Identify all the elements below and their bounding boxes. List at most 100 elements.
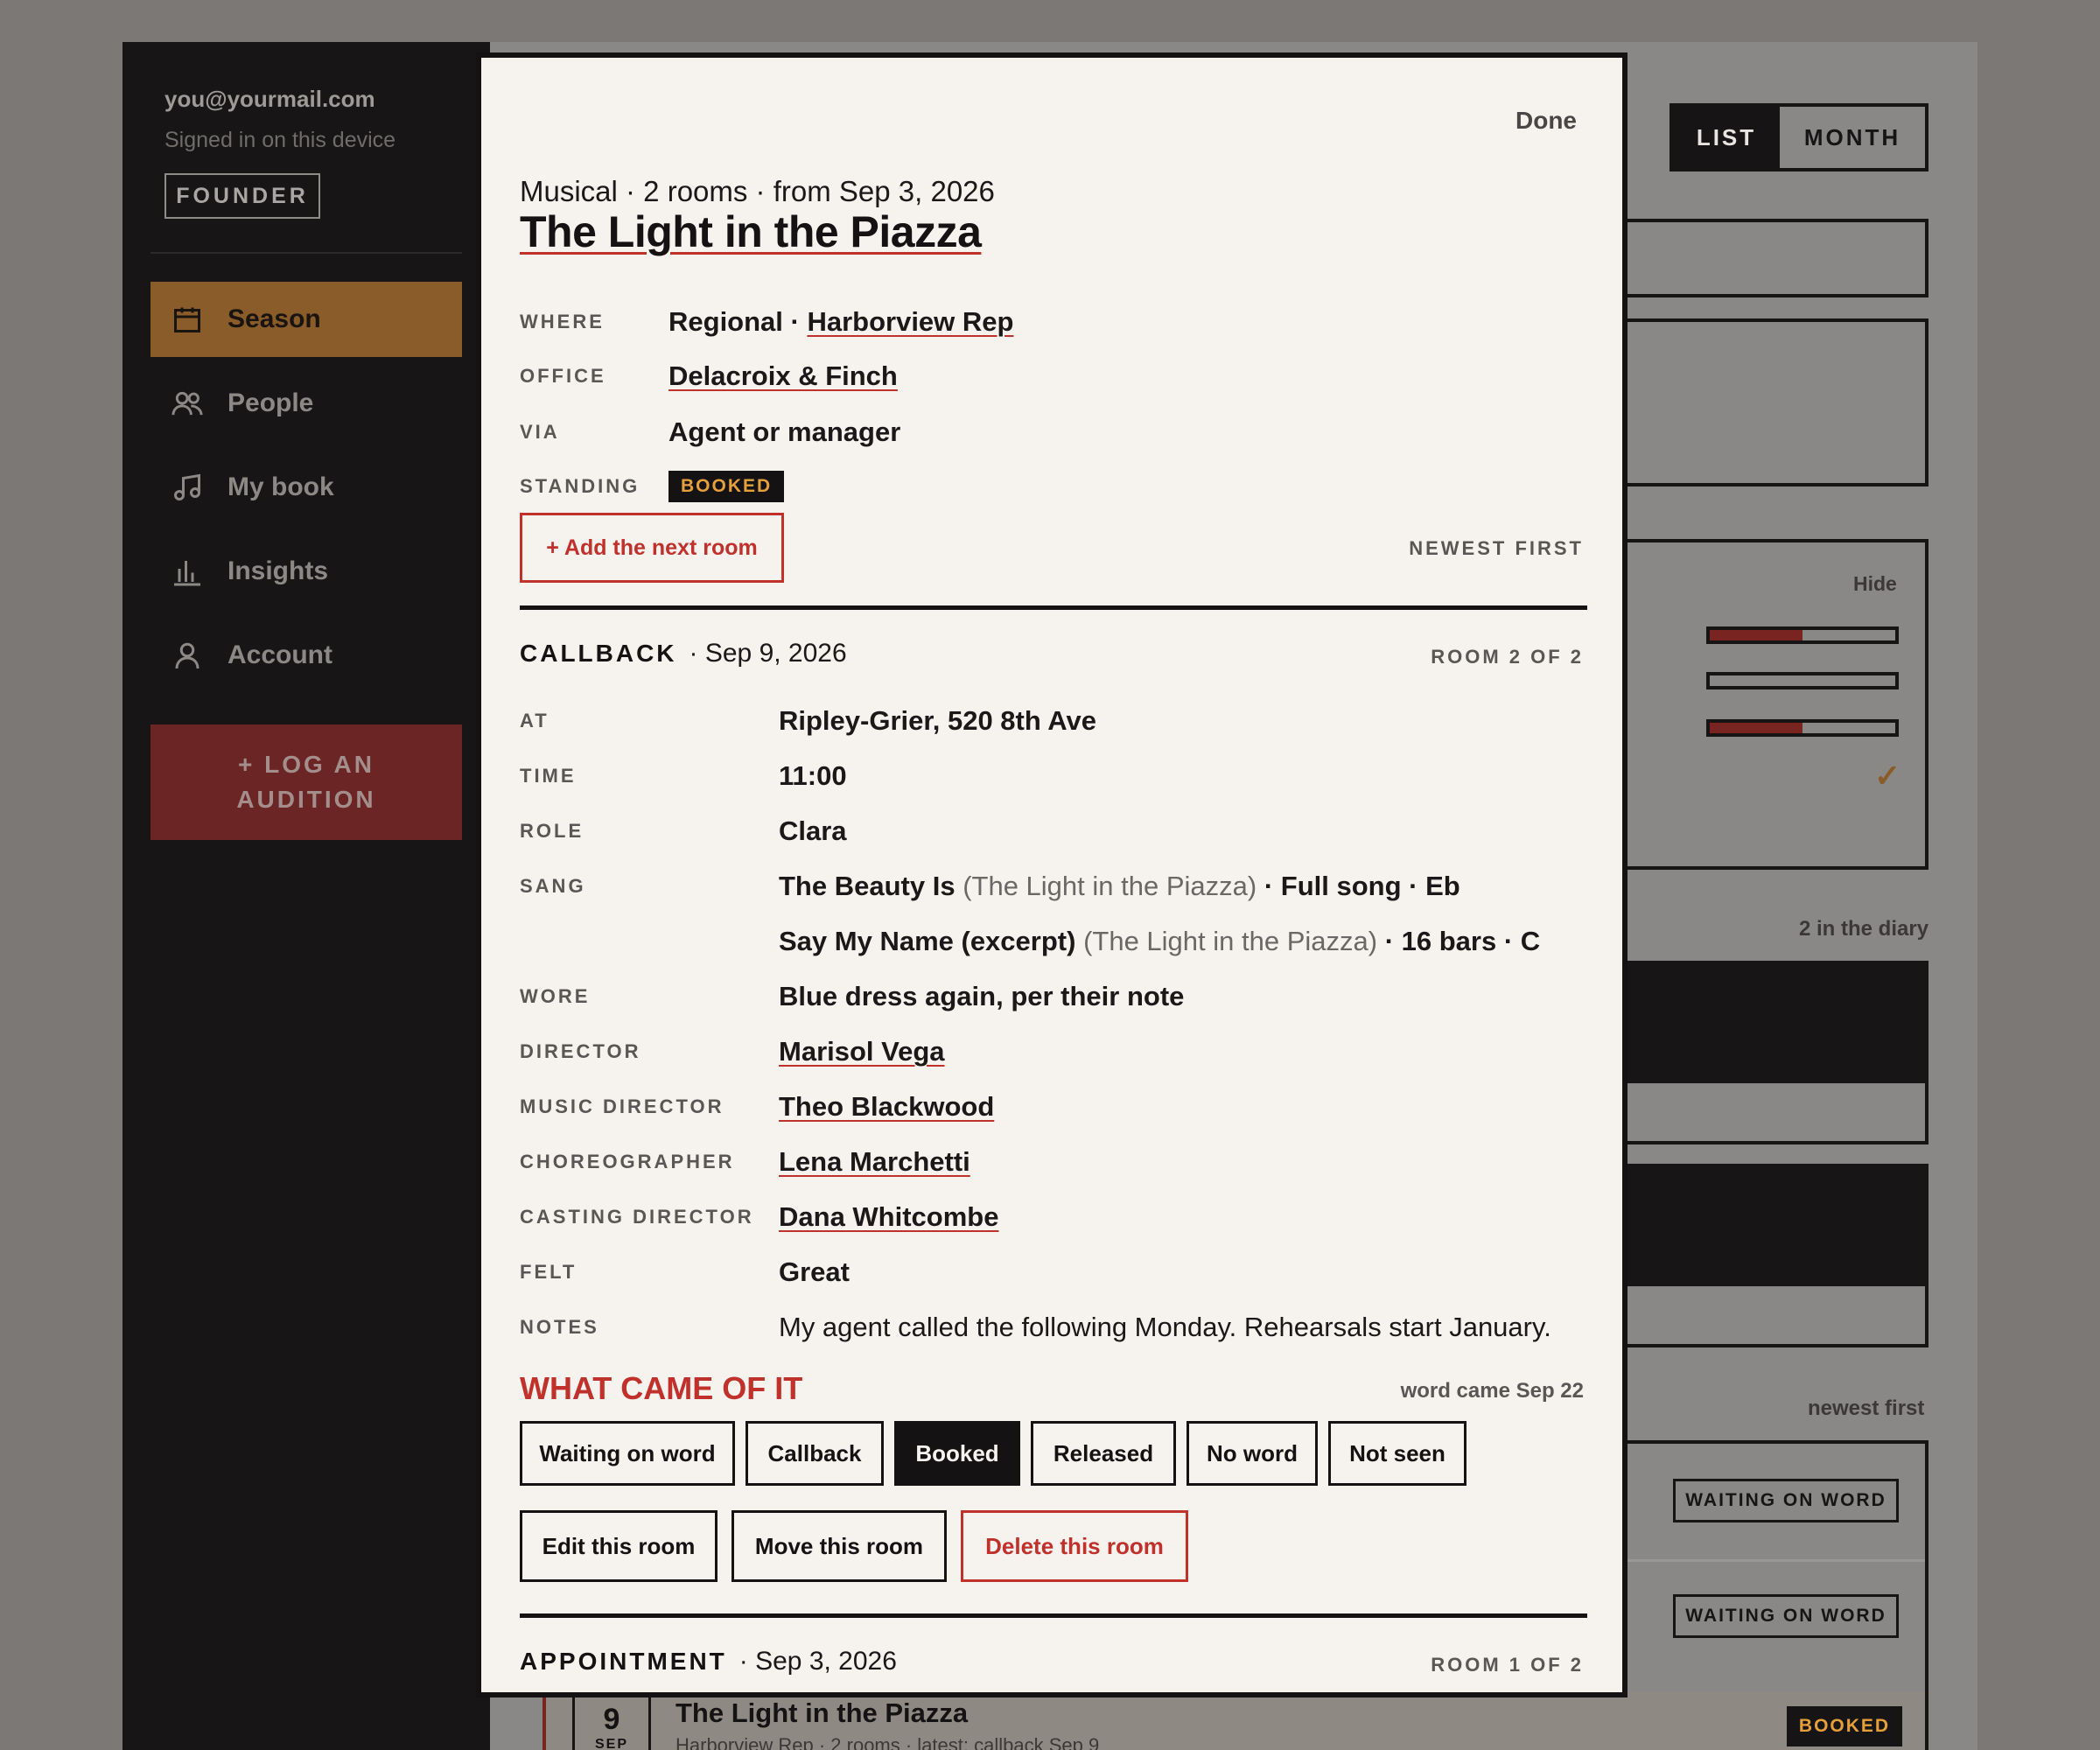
hide-link[interactable]: Hide (1853, 572, 1897, 596)
person-icon (170, 638, 205, 673)
office-link[interactable]: Delacroix & Finch (668, 360, 898, 392)
outcome-waiting-on-word[interactable]: Waiting on word (520, 1421, 735, 1486)
room-time: TIME 11:00 (520, 757, 847, 795)
delete-room-button[interactable]: Delete this room (961, 1510, 1188, 1582)
song-detail: · 16 bars · C (1384, 926, 1541, 956)
room-music-director: MUSIC DIRECTOR Theo Blackwood (520, 1088, 994, 1126)
progress-bar (1706, 626, 1899, 644)
sort-order[interactable]: NEWEST FIRST (1409, 537, 1584, 560)
outcome-no-word[interactable]: No word (1186, 1421, 1318, 1486)
field-label: WORE (520, 985, 591, 1007)
sidebar-divider (150, 252, 462, 254)
people-icon (170, 386, 205, 421)
song-title: Say My Name (excerpt) (779, 926, 1076, 956)
field-value: Blue dress again, per their note (779, 981, 1185, 1012)
room-date: · Sep 3, 2026 (738, 1647, 897, 1676)
production-card[interactable]: 9 SEP The Light in the Piazza Harborview… (542, 1692, 1925, 1750)
progress-bar (1706, 672, 1899, 690)
status-badge: BOOKED (668, 471, 785, 502)
field-value: Regional · Harborview Rep (668, 306, 1013, 338)
room-song: SANG The Beauty Is (The Light in the Pia… (520, 867, 1460, 906)
background-dark-card (1610, 961, 1928, 1083)
room-song: Say My Name (excerpt) (The Light in the … (520, 922, 1540, 961)
sidebar-item-label: Account (228, 640, 332, 669)
move-room-button[interactable]: Move this room (732, 1510, 947, 1582)
month-view-button[interactable]: MONTH (1780, 107, 1925, 168)
progress-fill (1710, 630, 1802, 640)
sidebar-item-label: My book (228, 472, 334, 501)
room-count: ROOM 2 OF 2 (1431, 646, 1584, 668)
field-label: OFFICE (520, 365, 606, 387)
field-label: SANG (520, 875, 586, 897)
progress-bar (1706, 719, 1899, 737)
room-actions: Edit this room Move this room Delete thi… (520, 1510, 1202, 1582)
field-label: MUSIC DIRECTOR (520, 1096, 724, 1117)
music-note-icon (170, 470, 205, 505)
founder-badge: FOUNDER (164, 173, 320, 219)
section-divider (520, 606, 1587, 610)
field-label: CASTING DIRECTOR (520, 1206, 754, 1228)
room-casting-director: CASTING DIRECTOR Dana Whitcombe (520, 1198, 998, 1236)
song-title: The Beauty Is (779, 871, 956, 901)
field-label: TIME (520, 765, 577, 787)
casting-director-link[interactable]: Dana Whitcombe (779, 1201, 998, 1233)
background-card-footer (1610, 1286, 1928, 1348)
field-value: Ripley-Grier, 520 8th Ave (779, 705, 1096, 736)
background-card-footer (1610, 1083, 1928, 1144)
room-type: APPOINTMENT (520, 1648, 727, 1675)
choreographer-link[interactable]: Lena Marchetti (779, 1146, 970, 1178)
outcome-heading: WHAT CAME OF IT (520, 1370, 803, 1406)
edit-room-button[interactable]: Edit this room (520, 1510, 718, 1582)
sidebar-item-season[interactable]: Season (150, 282, 462, 357)
progress-fill (1710, 723, 1802, 733)
view-toggle: LIST MONTH (1670, 103, 1928, 172)
outcome-booked[interactable]: Booked (894, 1421, 1020, 1486)
list-sort-label: newest first (1808, 1396, 1925, 1420)
sidebar-item-account[interactable]: Account (150, 618, 462, 693)
room-choreographer: CHOREOGRAPHER Lena Marchetti (520, 1143, 970, 1181)
field-label: AT (520, 710, 550, 732)
field-label: ROLE (520, 820, 584, 842)
section-divider (520, 1614, 1587, 1618)
sidebar-item-people[interactable]: People (150, 366, 462, 441)
status-badge: WAITING ON WORD (1673, 1594, 1899, 1638)
card-title: The Light in the Piazza (676, 1698, 969, 1728)
music-director-link[interactable]: Theo Blackwood (779, 1091, 994, 1123)
status-badge: WAITING ON WORD (1673, 1479, 1899, 1522)
sidebar-item-label: Insights (228, 556, 329, 585)
sidebar-item-my-book[interactable]: My book (150, 450, 462, 525)
log-audition-button[interactable]: + LOG AN AUDITION (150, 724, 462, 840)
outcome-callback[interactable]: Callback (746, 1421, 884, 1486)
field-value: Clara (779, 816, 847, 846)
room-header: CALLBACK · Sep 9, 2026 (520, 639, 847, 668)
room-role: ROLE Clara (520, 812, 847, 850)
list-view-button[interactable]: LIST (1673, 107, 1780, 168)
director-link[interactable]: Marisol Vega (779, 1036, 945, 1068)
date-block: 9 SEP (572, 1692, 651, 1750)
field-label: CHOREOGRAPHER (520, 1151, 735, 1172)
where-field: WHERE Regional · Harborview Rep (520, 304, 1013, 340)
background-dark-card (1610, 1164, 1928, 1286)
check-icon: ✓ (1874, 758, 1901, 794)
add-next-room-button[interactable]: + Add the next room (520, 513, 784, 583)
room-header: APPOINTMENT · Sep 3, 2026 (520, 1647, 897, 1676)
card-month: SEP (594, 1737, 628, 1750)
card-subtitle: Harborview Rep · 2 rooms · latest: callb… (676, 1734, 1100, 1750)
where-prefix: Regional · (668, 306, 808, 337)
field-label: VIA (520, 421, 560, 443)
field-label: DIRECTOR (520, 1040, 641, 1062)
account-email: you@yourmail.com (164, 86, 375, 112)
theatre-link[interactable]: Harborview Rep (807, 306, 1013, 337)
outcome-released[interactable]: Released (1031, 1421, 1176, 1486)
outcome-not-seen[interactable]: Not seen (1328, 1421, 1466, 1486)
room-notes: NOTES My agent called the following Mond… (520, 1308, 1551, 1347)
office-field: OFFICE Delacroix & Finch (520, 359, 898, 394)
via-field: VIA Agent or manager (520, 415, 900, 450)
status-badge: BOOKED (1787, 1706, 1902, 1746)
signed-in-note: Signed in on this device (164, 128, 396, 152)
done-button[interactable]: Done (1516, 107, 1577, 135)
field-label: FELT (520, 1261, 578, 1283)
sidebar-item-insights[interactable]: Insights (150, 534, 462, 609)
background-panel (1610, 318, 1928, 486)
field-value: 11:00 (779, 760, 847, 791)
